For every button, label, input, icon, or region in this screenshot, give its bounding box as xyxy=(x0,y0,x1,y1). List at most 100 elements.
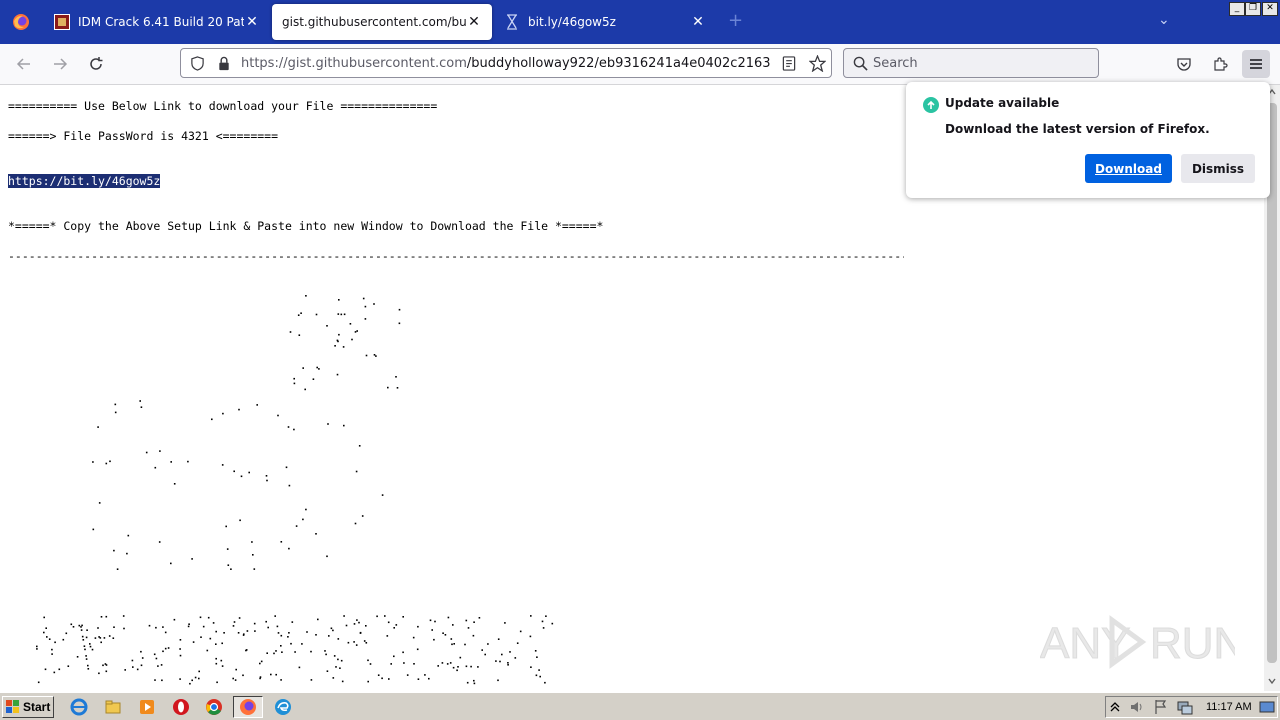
ascii-dot xyxy=(226,548,229,550)
ascii-dot xyxy=(189,682,191,685)
close-tab-icon[interactable]: ✕ xyxy=(244,14,260,30)
ascii-dot xyxy=(398,322,401,325)
ascii-dot xyxy=(376,615,378,618)
reload-button[interactable] xyxy=(84,52,108,76)
back-button[interactable] xyxy=(12,52,36,76)
ascii-dot xyxy=(335,666,337,668)
show-hidden-icons-icon[interactable] xyxy=(1109,698,1121,716)
ascii-dot xyxy=(484,653,486,656)
network-icon[interactable] xyxy=(1176,698,1194,716)
close-window-button[interactable]: ✕ xyxy=(1262,2,1278,16)
shield-icon[interactable] xyxy=(190,56,205,71)
ascii-dot xyxy=(402,651,404,654)
close-tab-icon[interactable]: ✕ xyxy=(690,14,706,30)
ascii-dot xyxy=(46,636,48,638)
tab-gist[interactable]: gist.githubusercontent.com/buddyhollo ✕ xyxy=(272,4,492,40)
close-tab-icon[interactable]: ✕ xyxy=(466,14,482,30)
chrome-icon[interactable] xyxy=(205,698,223,716)
reader-view-icon[interactable] xyxy=(782,56,796,71)
ascii-dot xyxy=(542,627,545,629)
ascii-dot xyxy=(158,541,161,543)
ascii-dot xyxy=(298,666,301,669)
hamburger-menu-icon xyxy=(1250,59,1262,69)
bookmark-star-icon[interactable] xyxy=(809,55,826,72)
minimize-window-button[interactable]: _ xyxy=(1229,2,1245,16)
ascii-dot xyxy=(212,622,215,624)
list-all-tabs-icon[interactable]: ⌄ xyxy=(1158,12,1170,28)
ascii-dot xyxy=(295,525,298,527)
ascii-dot xyxy=(89,643,91,645)
ascii-dot xyxy=(538,669,540,671)
ascii-dot xyxy=(351,338,353,341)
ascii-dot xyxy=(140,664,143,667)
ascii-dot xyxy=(364,318,367,320)
ascii-dot xyxy=(44,668,47,671)
ascii-dot xyxy=(113,549,115,552)
ascii-dot xyxy=(473,621,475,623)
ascii-dot xyxy=(227,564,230,566)
ascii-dot xyxy=(43,631,45,634)
ascii-dot xyxy=(302,518,304,521)
ascii-dot xyxy=(447,616,450,619)
new-tab-icon[interactable]: + xyxy=(728,10,743,31)
ascii-dot xyxy=(122,615,125,617)
ascii-dot xyxy=(326,670,329,672)
ascii-dot xyxy=(80,629,83,631)
ascii-dot xyxy=(417,678,420,680)
forward-button[interactable] xyxy=(48,52,72,76)
ascii-dot xyxy=(98,636,100,638)
volume-icon[interactable] xyxy=(1128,698,1146,716)
scroll-down-arrow-icon[interactable] xyxy=(1268,677,1276,685)
ascii-dot xyxy=(51,648,53,651)
opera-icon[interactable] xyxy=(172,698,190,716)
show-desktop-icon[interactable] xyxy=(1258,698,1276,716)
firefox-menu-button[interactable] xyxy=(0,0,42,44)
ascii-dot xyxy=(215,643,217,645)
internet-explorer-icon[interactable] xyxy=(70,698,88,716)
ascii-dot xyxy=(280,634,283,637)
ascii-dot xyxy=(37,681,40,684)
ascii-dot xyxy=(544,681,546,684)
ascii-dot xyxy=(317,618,319,621)
ascii-dot xyxy=(302,367,304,369)
url-text[interactable]: https://gist.githubusercontent.com/buddy… xyxy=(241,56,771,71)
address-bar[interactable]: https://gist.githubusercontent.com/buddy… xyxy=(180,48,832,78)
restore-window-button[interactable]: ❐ xyxy=(1245,2,1261,16)
ascii-dot xyxy=(516,642,519,644)
pocket-button[interactable] xyxy=(1172,52,1196,76)
ascii-dot xyxy=(289,331,292,333)
ascii-dot xyxy=(345,624,348,627)
ascii-dot xyxy=(297,314,300,316)
extensions-button[interactable] xyxy=(1208,52,1232,76)
search-bar[interactable]: Search xyxy=(843,48,1099,78)
ascii-dot xyxy=(275,650,277,652)
ascii-dot xyxy=(200,636,202,638)
ascii-dot xyxy=(238,408,240,411)
action-center-flag-icon[interactable] xyxy=(1152,698,1170,716)
ascii-dot xyxy=(114,411,117,414)
edge-icon[interactable] xyxy=(274,698,292,716)
download-update-button[interactable]: Download xyxy=(1085,154,1172,183)
lock-icon[interactable] xyxy=(217,56,231,71)
ascii-dot xyxy=(359,632,362,634)
ascii-dot xyxy=(333,655,336,657)
media-player-icon[interactable] xyxy=(138,698,156,716)
tab-bitly[interactable]: bit.ly/46gow5z ✕ xyxy=(494,4,716,40)
ascii-dot xyxy=(220,659,223,662)
ascii-dot xyxy=(301,643,303,645)
ascii-dot xyxy=(293,382,296,385)
folder-icon[interactable] xyxy=(104,698,122,716)
ascii-dot xyxy=(274,615,276,617)
taskbar-firefox-button[interactable] xyxy=(233,696,263,718)
tab-idm-crack[interactable]: IDM Crack 6.41 Build 20 Patch + Se ✕ xyxy=(44,4,270,40)
ascii-dot xyxy=(330,627,333,630)
ascii-dot xyxy=(237,632,240,634)
ascii-dot xyxy=(275,673,277,676)
ascii-dot xyxy=(473,679,475,682)
app-menu-button[interactable] xyxy=(1242,50,1270,78)
anyrun-watermark: ANY RUN xyxy=(1040,615,1235,669)
dismiss-button[interactable]: Dismiss xyxy=(1181,154,1255,183)
start-button[interactable]: Start xyxy=(2,696,54,718)
ascii-dot xyxy=(338,333,340,336)
ascii-dot xyxy=(253,568,256,570)
